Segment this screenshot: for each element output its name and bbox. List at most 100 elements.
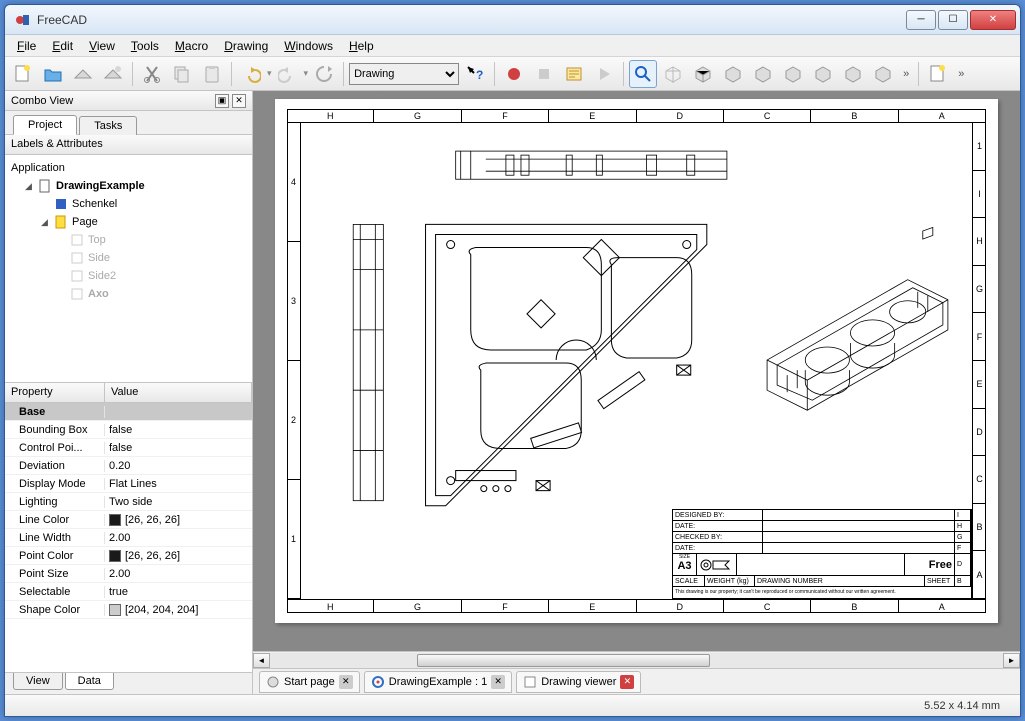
tree-item-page[interactable]: ◢ Page (7, 213, 250, 231)
property-group: Base (5, 403, 252, 421)
part-icon (53, 197, 69, 211)
menu-tools[interactable]: Tools (123, 37, 167, 55)
tree-document[interactable]: ◢ DrawingExample (7, 177, 250, 195)
execute-macro-button[interactable] (590, 60, 618, 88)
paste-button[interactable] (198, 60, 226, 88)
prop-controlpoints[interactable]: Control Poi...false (5, 439, 252, 457)
minimize-button[interactable]: ─ (906, 10, 936, 30)
color-swatch (109, 514, 121, 526)
document-icon (37, 179, 53, 193)
expander-icon[interactable]: ◢ (41, 217, 53, 228)
stop-macro-button[interactable] (530, 60, 558, 88)
tab-close-icon[interactable]: ✕ (339, 675, 353, 689)
tree-header: Labels & Attributes (5, 135, 252, 155)
tree-root[interactable]: Application (7, 159, 250, 177)
tree-item-schenkel[interactable]: Schenkel (7, 195, 250, 213)
new-page-button[interactable] (924, 60, 952, 88)
toolbar-overflow-2[interactable]: » (954, 68, 968, 80)
scroll-thumb[interactable] (417, 654, 710, 667)
horizontal-scrollbar[interactable]: ◄ ► (253, 651, 1020, 668)
menu-drawing[interactable]: Drawing (216, 37, 276, 55)
saveas-button[interactable] (99, 60, 127, 88)
expander-icon[interactable]: ◢ (25, 181, 37, 192)
open-button[interactable] (39, 60, 67, 88)
prop-linecolor[interactable]: Line Color[26, 26, 26] (5, 511, 252, 529)
statusbar: 5.52 x 4.14 mm (5, 694, 1020, 716)
drawing-canvas[interactable]: HGFEDCBA HGFEDCBA 4321 1IHGFEDCBA (253, 91, 1020, 651)
zoom-fit-button[interactable] (629, 60, 657, 88)
prop-pointsize[interactable]: Point Size2.00 (5, 565, 252, 583)
whatsthis-button[interactable]: ? (461, 60, 489, 88)
panel-close-button[interactable]: ✕ (232, 94, 246, 108)
menu-macro[interactable]: Macro (167, 37, 216, 55)
tab-project[interactable]: Project (13, 115, 77, 135)
view-right-button[interactable] (749, 60, 777, 88)
panel-float-button[interactable]: ▣ (215, 94, 229, 108)
tab-startpage[interactable]: Start page ✕ (259, 671, 360, 693)
view-rear-button[interactable] (779, 60, 807, 88)
scroll-right-button[interactable]: ► (1003, 653, 1020, 668)
drawing-sheet: HGFEDCBA HGFEDCBA 4321 1IHGFEDCBA (275, 99, 998, 623)
tab-close-icon[interactable]: ✕ (620, 675, 634, 689)
tree-item-axo[interactable]: Axo (7, 285, 250, 303)
view-left-button[interactable] (839, 60, 867, 88)
prop-pointcolor[interactable]: Point Color[26, 26, 26] (5, 547, 252, 565)
cut-button[interactable] (138, 60, 166, 88)
menu-help[interactable]: Help (341, 37, 382, 55)
toolbar-overflow[interactable]: » (899, 68, 913, 80)
combo-view-title: Combo View (11, 95, 73, 107)
undo-button[interactable] (237, 60, 265, 88)
menu-view[interactable]: View (81, 37, 123, 55)
model-tree[interactable]: Application ◢ DrawingExample Schenkel ◢ … (5, 155, 252, 383)
prop-shapecolor[interactable]: Shape Color[204, 204, 204] (5, 601, 252, 619)
save-button[interactable] (69, 60, 97, 88)
workbench-selector[interactable]: Drawing (349, 63, 459, 85)
tab-tasks[interactable]: Tasks (79, 116, 137, 135)
view-icon (69, 269, 85, 283)
combo-view-panel: Combo View ▣ ✕ Project Tasks Labels & At… (5, 91, 253, 694)
view-icon (69, 287, 85, 301)
new-button[interactable] (9, 60, 37, 88)
scroll-left-button[interactable]: ◄ (253, 653, 270, 668)
tab-close-icon[interactable]: ✕ (491, 675, 505, 689)
property-tabs: View Data (5, 672, 252, 694)
macros-button[interactable] (560, 60, 588, 88)
view-bottom-button[interactable] (809, 60, 837, 88)
menu-edit[interactable]: Edit (44, 37, 81, 55)
tab-drawingexample[interactable]: DrawingExample : 1 ✕ (364, 671, 512, 693)
prop-linewidth[interactable]: Line Width2.00 (5, 529, 252, 547)
menu-windows[interactable]: Windows (276, 37, 341, 55)
copy-button[interactable] (168, 60, 196, 88)
toolbar: ▾ ▾ Drawing ? » » (5, 57, 1020, 91)
tree-item-top[interactable]: Top (7, 231, 250, 249)
prop-lighting[interactable]: LightingTwo side (5, 493, 252, 511)
color-swatch (109, 604, 121, 616)
redo-button[interactable] (274, 60, 302, 88)
ruler-left: 4321 (287, 123, 301, 599)
tab-data[interactable]: Data (65, 673, 114, 690)
prop-selectable[interactable]: Selectabletrue (5, 583, 252, 601)
record-macro-button[interactable] (500, 60, 528, 88)
view-top-button[interactable] (719, 60, 747, 88)
view-iso-button[interactable] (659, 60, 687, 88)
page-icon (53, 215, 69, 229)
property-table[interactable]: Base Bounding Boxfalse Control Poi...fal… (5, 403, 252, 672)
prop-boundingbox[interactable]: Bounding Boxfalse (5, 421, 252, 439)
prop-displaymode[interactable]: Display ModeFlat Lines (5, 475, 252, 493)
tree-item-side2[interactable]: Side2 (7, 267, 250, 285)
menu-file[interactable]: File (9, 37, 44, 55)
scroll-track[interactable] (270, 653, 1003, 668)
ruler-bottom: HGFEDCBA (287, 599, 986, 613)
tab-view[interactable]: View (13, 673, 63, 690)
prop-deviation[interactable]: Deviation0.20 (5, 457, 252, 475)
close-button[interactable]: ✕ (970, 10, 1016, 30)
titleblock: DESIGNED BY:I DATE:H CHECKED BY:G DATE:F… (672, 509, 972, 599)
tab-drawingviewer[interactable]: Drawing viewer ✕ (516, 671, 641, 693)
tree-item-side[interactable]: Side (7, 249, 250, 267)
view-front-button[interactable] (689, 60, 717, 88)
maximize-button[interactable]: ☐ (938, 10, 968, 30)
view-icon (69, 233, 85, 247)
view-axo-button[interactable] (869, 60, 897, 88)
combo-view-titlebar: Combo View ▣ ✕ (5, 91, 252, 111)
refresh-button[interactable] (310, 60, 338, 88)
